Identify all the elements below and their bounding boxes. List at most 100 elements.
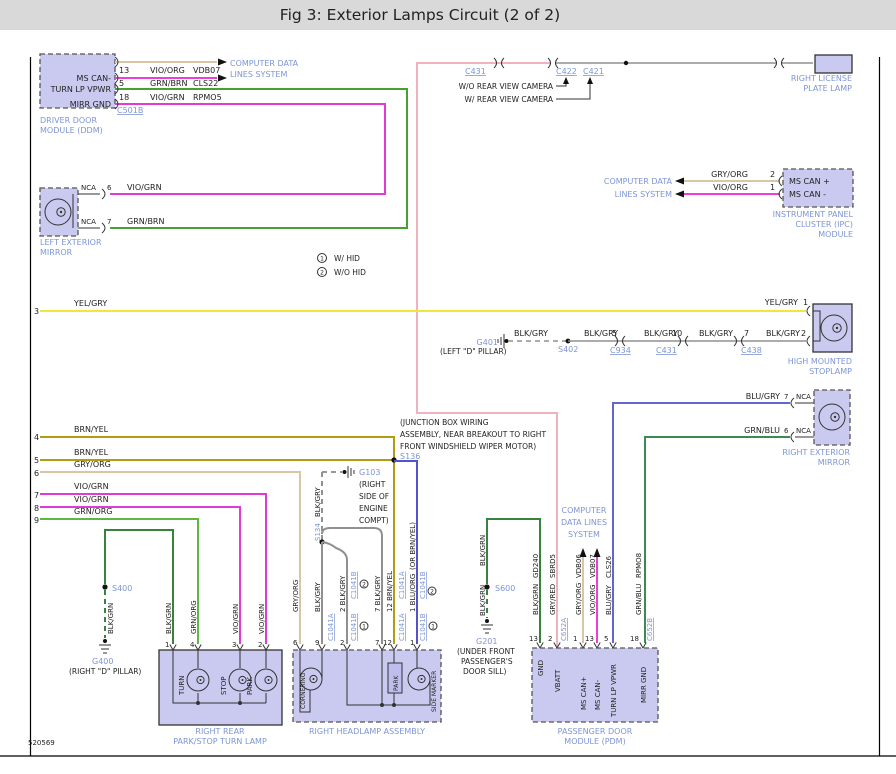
ground-icon — [498, 334, 504, 348]
pin-number: 18 — [630, 635, 639, 643]
callout-lines — [556, 84, 590, 99]
row-number: 7 — [34, 491, 39, 500]
ground-icon — [348, 466, 354, 478]
connector-link-c438[interactable]: C438 — [741, 346, 762, 355]
splice-dot — [624, 61, 628, 65]
splice-id-s400: S400 — [112, 584, 132, 593]
lamp-label: SIDE MARKER — [431, 671, 438, 712]
connector-link-c1041a[interactable]: C1041A — [398, 613, 406, 641]
connector-link-c652b[interactable]: C652B — [646, 618, 654, 641]
pin-arrow — [195, 645, 201, 651]
right-rear-park-stop-turn-lamp: BLK/GRN GRN/ORG VIO/GRN VIO/GRN 1 4 3 2 … — [159, 600, 282, 746]
wire-blkgrn-gnd — [487, 519, 540, 643]
nca-label: NCA — [796, 427, 811, 435]
junction-dot — [380, 703, 384, 707]
pin-number: 1 — [573, 635, 577, 643]
circuit-id: RPMO8 — [635, 553, 643, 578]
circuit-id: RPMO5 — [193, 93, 222, 102]
connector-link-c1041a[interactable]: C1041A — [327, 613, 335, 641]
connector-link-c652a[interactable]: C652A — [560, 618, 568, 641]
connector-link-c1041a[interactable]: C1041A — [398, 571, 406, 599]
connector-link-c422[interactable]: C422 — [556, 67, 577, 76]
pin-arrow — [344, 645, 350, 651]
pin-symbol — [807, 306, 810, 316]
wire-color: GRY/ORG — [74, 460, 111, 469]
wire-color: VIO/ORG — [713, 183, 748, 192]
connector-link-c1041b[interactable]: C1041B — [350, 613, 358, 641]
wire-color: GRN/BLU — [744, 426, 780, 435]
connector-link-c501b[interactable]: C501B — [117, 106, 143, 115]
wire-color: YEL/GRY — [764, 298, 798, 307]
lamp-label: PARK — [393, 674, 400, 691]
wire-color: BLK/GRN — [107, 603, 115, 634]
ddm-pin-label: MS CAN- — [77, 74, 112, 83]
ground-dot — [505, 339, 509, 343]
wire-color: GRN/ORG — [74, 507, 113, 516]
pdm-pin-label: TURN LP VPWR — [610, 664, 618, 718]
ground-location: SIDE OF — [359, 492, 389, 501]
wire-color: BRN/YEL — [74, 425, 109, 434]
ground-location: (RIGHT "D" PILLAR) — [69, 667, 141, 676]
sheet-code: 520569 — [28, 739, 55, 747]
left-mirror-name: MIRROR — [40, 248, 73, 257]
pin-number: 9 — [315, 639, 319, 647]
connector-link-c934[interactable]: C934 — [610, 346, 631, 355]
page-title: Fig 3: Exterior Lamps Circuit (2 of 2) — [280, 6, 560, 24]
circuit-id: CLS26 — [605, 555, 613, 578]
pin-number: 2 — [548, 635, 552, 643]
connector-link-c1041b[interactable]: C1041B — [350, 571, 358, 599]
wire-color: BLU/GRY — [746, 392, 780, 401]
connector-link-c431[interactable]: C431 — [656, 346, 677, 355]
connector-link-c1041b[interactable]: C1041B — [419, 571, 427, 599]
circuit-id: GD240 — [532, 554, 540, 578]
pin-number: 2 — [340, 639, 344, 647]
pin-number: 5 — [604, 635, 608, 643]
instrument-panel-cluster: GRY/ORG 2 VIO/ORG 1 MS CAN + MS CAN - CO… — [604, 169, 854, 239]
splice-id-s134: S134 — [314, 523, 322, 541]
wire-grnblu — [645, 437, 790, 643]
splice-id-s600: S600 — [495, 584, 515, 593]
wire-color: 12 BRN/YEL — [386, 571, 394, 612]
pin-symbol — [791, 432, 794, 442]
ground-location: COMPT) — [359, 516, 389, 525]
license-lamp-name: PLATE LAMP — [803, 84, 852, 93]
wire-color: GRY/RED — [549, 584, 557, 615]
connector-link-c421[interactable]: C421 — [583, 67, 604, 76]
wire-color: GRN/BLU — [635, 584, 643, 615]
dest-lines-system: LINES SYSTEM — [230, 70, 287, 79]
wire-color: VIO/ORG — [589, 584, 597, 615]
wire-color: GRY/ORG — [575, 583, 583, 615]
ddm-name: MODULE (DDM) — [40, 126, 103, 135]
wire-viogrn-r8 — [40, 507, 240, 644]
pdm-pin-label: MIRR GND — [640, 667, 648, 703]
headlamp-name: RIGHT HEADLAMP ASSEMBLY — [309, 727, 425, 736]
pin-symbol — [102, 223, 105, 233]
hid-variant-note: 1 W/ HID 2 W/O HID — [318, 254, 367, 278]
junction-note: (JUNCTION BOX WIRING — [400, 418, 489, 427]
wiring-diagram-canvas: Fig 3: Exterior Lamps Circuit (2 of 2) 5… — [0, 0, 896, 770]
junction-note: FRONT WINDSHIELD WIPER MOTOR) — [400, 442, 536, 451]
junction-dot — [238, 701, 242, 705]
pdm-pin-label: MS CAN+ — [580, 676, 588, 710]
camera-variant-note: W/O REAR VIEW CAMERA — [459, 82, 554, 91]
wire-color: 1 BLU/ORG — [409, 574, 417, 612]
high-mounted-stoplamp-circuit: 3 YEL/GRY YEL/GRY 1 HIGH MOUNTED STOPLAM… — [34, 298, 852, 376]
connector-link-c1041b[interactable]: C1041B — [419, 613, 427, 641]
nca-label: NCA — [81, 218, 96, 226]
pin-number: 18 — [119, 93, 129, 102]
dest-computer-data: COMPUTER DATA — [230, 59, 299, 68]
connector-link-c431[interactable]: C431 — [465, 67, 486, 76]
wire-color: GRN/ORG — [190, 600, 198, 634]
pin-number: 7 — [107, 218, 111, 226]
dest-computer-data: SYSTEM — [568, 530, 600, 539]
ground-id-g103: G103 — [359, 468, 380, 477]
wire-color: VIO/GRN — [74, 495, 109, 504]
variant-number: 2 — [320, 270, 324, 277]
pin-number: 7 — [744, 329, 749, 338]
lamp-label: PARK — [246, 677, 254, 695]
wire-color: GRN/BRN — [127, 217, 164, 226]
s400-ground: S400 BLK/GRN G400 (RIGHT "D" PILLAR) — [69, 530, 173, 676]
ground-dot — [485, 619, 489, 623]
ground-dot — [103, 639, 107, 643]
pin-number: 3 — [232, 641, 236, 649]
